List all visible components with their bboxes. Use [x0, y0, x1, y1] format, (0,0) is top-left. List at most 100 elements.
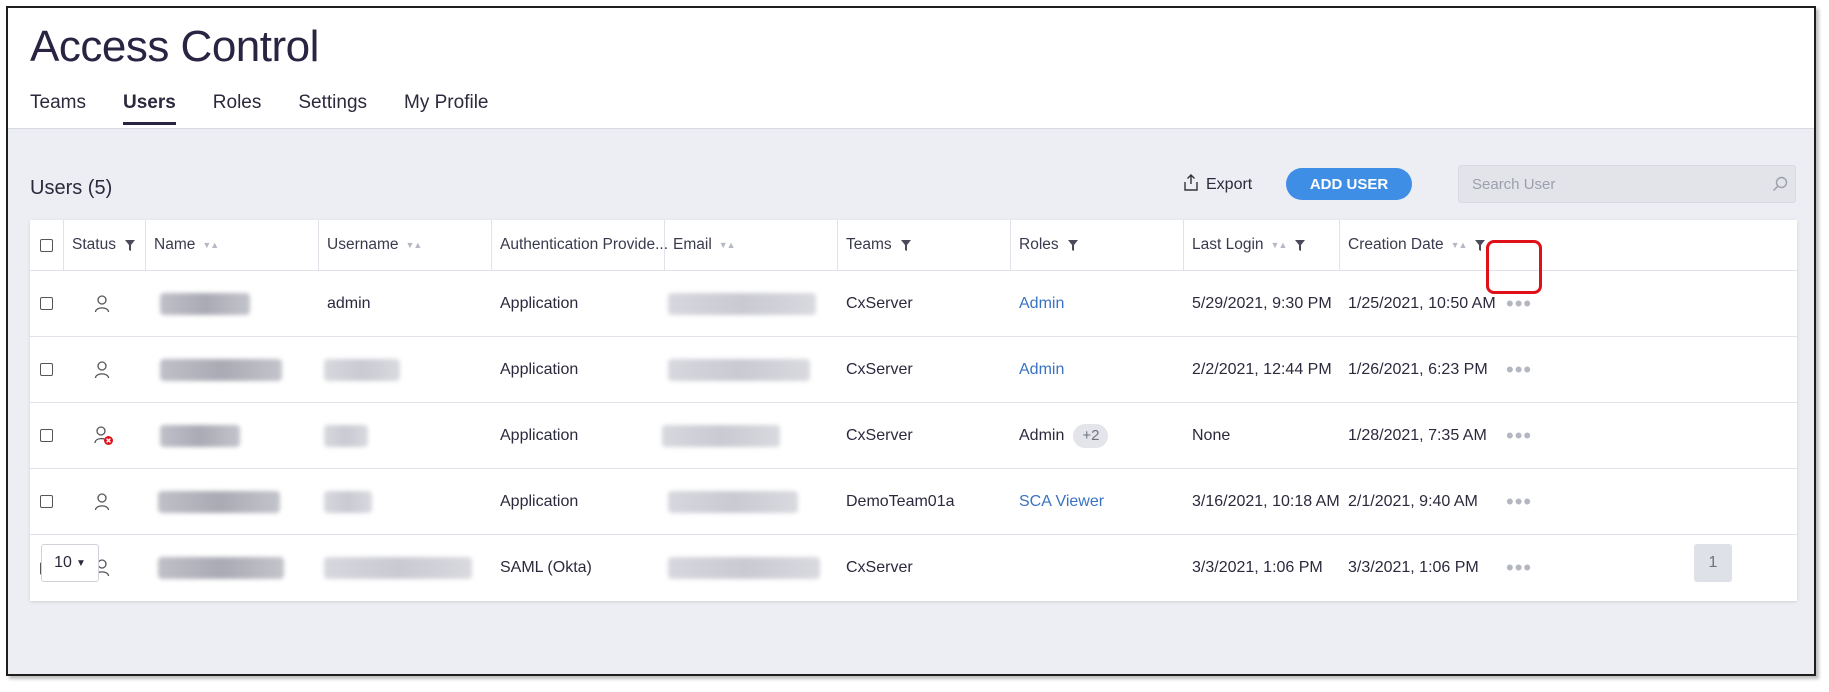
auth-provider-cell: Application: [500, 426, 579, 444]
auth-provider-cell: Application: [500, 492, 579, 510]
tab-roles[interactable]: Roles: [213, 92, 262, 125]
column-header-username[interactable]: Username ▼▲: [327, 220, 423, 270]
name-cell: [160, 337, 282, 402]
search-icon[interactable]: [1765, 176, 1795, 192]
role-link[interactable]: SCA Viewer: [1019, 493, 1104, 511]
filter-icon[interactable]: [1295, 239, 1306, 251]
username-cell: [324, 469, 372, 534]
more-options-icon: •••: [1506, 422, 1533, 448]
tab-settings[interactable]: Settings: [298, 92, 367, 125]
roles-cell: Admin: [1019, 337, 1064, 402]
teams-cell: CxServer: [846, 360, 913, 378]
teams-cell: CxServer: [846, 294, 913, 312]
filter-icon[interactable]: [124, 239, 135, 251]
creation-date-cell: 1/28/2021, 7:35 AM: [1348, 426, 1487, 444]
table-row[interactable]: admin Application CxServer Admin 5/29/20…: [30, 271, 1797, 337]
username-cell: [324, 337, 400, 402]
status-disabled-icon: [94, 403, 114, 468]
sort-icon[interactable]: ▼▲: [719, 240, 736, 250]
row-actions-button[interactable]: •••: [1506, 469, 1532, 534]
users-panel: Users (5) Export ADD USER Status: [8, 129, 1814, 674]
creation-date-cell: 1/26/2021, 6:23 PM: [1348, 360, 1488, 378]
row-checkbox[interactable]: [40, 495, 53, 508]
username-cell: [324, 535, 472, 601]
column-header-name[interactable]: Name ▼▲: [154, 220, 219, 270]
roles-cell: Admin +2: [1019, 403, 1109, 468]
page-size-select[interactable]: 10 ▼: [41, 544, 99, 582]
name-cell: [160, 271, 250, 336]
creation-date-cell: 3/3/2021, 1:06 PM: [1348, 559, 1479, 576]
role-link[interactable]: Admin: [1019, 295, 1064, 313]
column-header-last-login[interactable]: Last Login ▼▲: [1192, 220, 1306, 270]
app-window: Access Control Teams Users Roles Setting…: [6, 6, 1816, 676]
table-row[interactable]: Application DemoTeam01a SCA Viewer 3/16/…: [30, 469, 1797, 535]
email-cell: [668, 337, 810, 402]
filter-icon[interactable]: [1067, 239, 1078, 251]
users-table: Status Name ▼▲ Username ▼▲ Authenticatio…: [30, 220, 1797, 601]
more-options-icon: •••: [1506, 356, 1533, 382]
auth-provider-cell: Application: [500, 360, 579, 378]
export-icon: [1184, 174, 1198, 196]
status-active-icon: [94, 271, 110, 336]
search-box: [1458, 165, 1796, 203]
last-login-cell: None: [1192, 426, 1231, 444]
name-cell: [160, 403, 240, 468]
row-actions-button[interactable]: •••: [1506, 271, 1532, 336]
add-user-button[interactable]: ADD USER: [1286, 168, 1412, 200]
filter-icon[interactable]: [900, 239, 911, 251]
row-actions-button[interactable]: •••: [1506, 535, 1532, 601]
page-number-button[interactable]: 1: [1694, 544, 1732, 582]
row-checkbox[interactable]: [40, 429, 53, 442]
table-row[interactable]: SAML (Okta) CxServer 3/3/2021, 1:06 PM 3/3/…: [30, 535, 1797, 601]
filter-icon[interactable]: [1475, 239, 1486, 251]
last-login-cell: 5/29/2021, 9:30 PM: [1192, 294, 1332, 312]
username-cell: [324, 403, 368, 468]
sort-icon[interactable]: ▼▲: [1271, 240, 1288, 250]
role-link[interactable]: Admin: [1019, 361, 1064, 379]
last-login-cell: 3/3/2021, 1:06 PM: [1192, 559, 1323, 576]
email-cell: [668, 535, 820, 601]
column-header-auth-provider[interactable]: Authentication Provide...: [500, 220, 668, 270]
username-cell: admin: [327, 294, 371, 312]
status-active-icon: [94, 337, 110, 402]
row-actions-button[interactable]: •••: [1506, 403, 1532, 468]
more-options-icon: •••: [1506, 488, 1533, 514]
column-header-status[interactable]: Status: [72, 220, 135, 270]
export-label: Export: [1206, 176, 1253, 193]
column-header-creation-date[interactable]: Creation Date ▼▲: [1348, 220, 1486, 270]
sort-icon[interactable]: ▼▲: [202, 240, 219, 250]
name-cell: [158, 535, 284, 601]
name-cell: [158, 469, 280, 534]
tab-users[interactable]: Users: [122, 92, 176, 125]
table-header-row: Status Name ▼▲ Username ▼▲ Authenticatio…: [30, 220, 1797, 271]
row-actions-button[interactable]: •••: [1506, 337, 1532, 402]
teams-cell: CxServer: [846, 559, 913, 576]
tab-teams[interactable]: Teams: [30, 92, 86, 125]
column-header-roles[interactable]: Roles: [1019, 220, 1078, 270]
table-row[interactable]: Application CxServer Admin +2 None 1/28/…: [30, 403, 1797, 469]
page-title: Access Control: [30, 22, 319, 71]
tab-my-profile[interactable]: My Profile: [404, 92, 488, 125]
roles-cell: Admin: [1019, 271, 1064, 336]
export-button[interactable]: Export: [1184, 169, 1252, 201]
search-input[interactable]: [1459, 174, 1765, 194]
column-header-teams[interactable]: Teams: [846, 220, 911, 270]
more-roles-badge[interactable]: +2: [1073, 423, 1109, 448]
row-checkbox[interactable]: [40, 297, 53, 310]
roles-cell: SCA Viewer: [1019, 469, 1104, 534]
page-header: Access Control Teams Users Roles Setting…: [8, 8, 1814, 129]
select-all-checkbox-cell: [40, 220, 53, 270]
creation-date-cell: 1/25/2021, 10:50 AM: [1348, 294, 1496, 312]
status-active-icon: [94, 469, 110, 534]
row-checkbox[interactable]: [40, 363, 53, 376]
creation-date-cell: 2/1/2021, 9:40 AM: [1348, 492, 1478, 510]
column-header-email[interactable]: Email ▼▲: [673, 220, 736, 270]
sort-icon[interactable]: ▼▲: [406, 240, 423, 250]
table-row[interactable]: Application CxServer Admin 2/2/2021, 12:…: [30, 337, 1797, 403]
sort-icon[interactable]: ▼▲: [1451, 240, 1468, 250]
select-all-checkbox[interactable]: [40, 238, 53, 252]
auth-provider-cell: Application: [500, 294, 579, 312]
email-cell: [668, 271, 816, 336]
tab-bar: Teams Users Roles Settings My Profile: [30, 92, 526, 125]
users-count-title: Users (5): [30, 177, 113, 199]
